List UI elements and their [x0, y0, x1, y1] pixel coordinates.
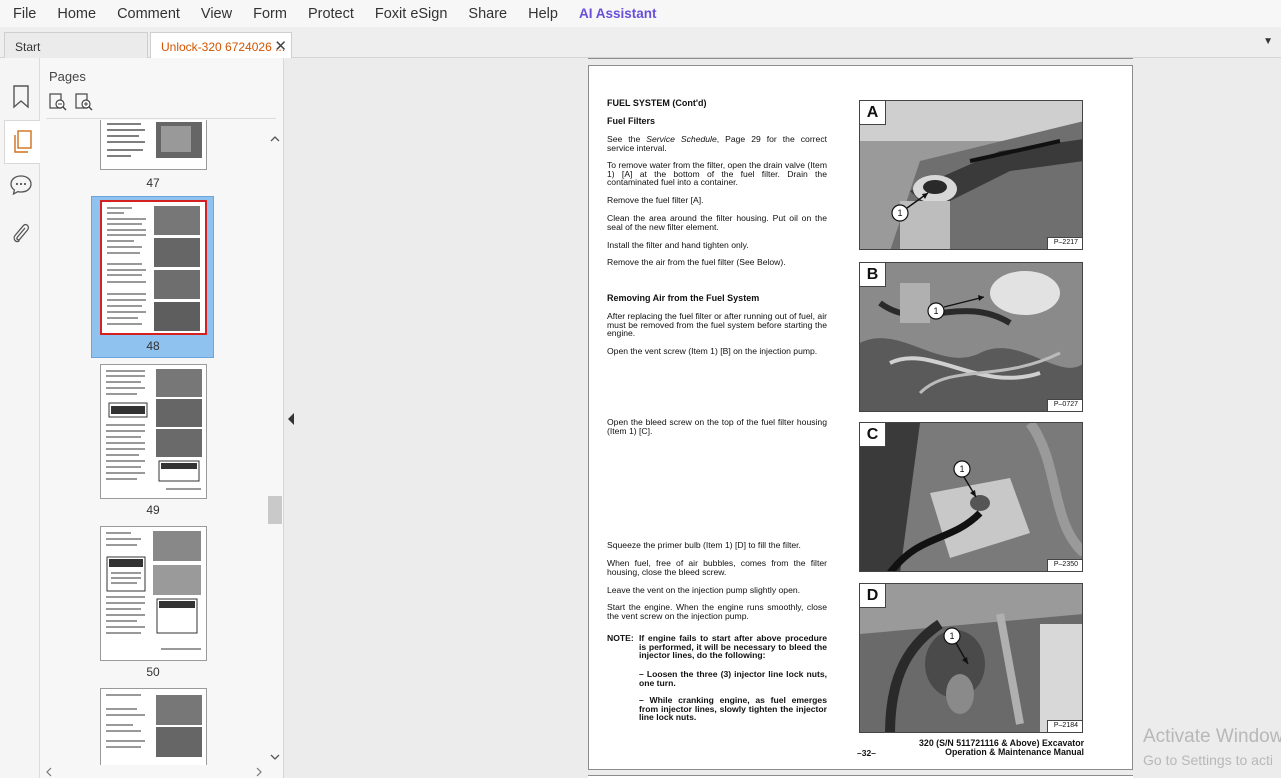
para-install-filter: Install the filter and hand tighten only… [607, 240, 749, 250]
scroll-down-icon[interactable] [270, 752, 280, 762]
figure-b-callout: 1 [933, 306, 938, 316]
pages-panel-title: Pages [49, 69, 86, 84]
para-remove-filter: Remove the fuel filter [A]. [607, 195, 704, 205]
para-squeeze-primer: Squeeze the primer bulb (Item 1) [D] to … [607, 540, 801, 550]
menu-view[interactable]: View [201, 6, 232, 22]
para-after-replacing: After replacing the fuel filter or after… [607, 311, 827, 339]
note-label: NOTE: [607, 633, 634, 643]
tab-document-label: Unlock-320 6724026 ... [161, 40, 286, 54]
para-when-fuel: When fuel, free of air bubbles, comes fr… [607, 558, 827, 577]
figure-a-letter: A [860, 101, 886, 125]
menu-share[interactable]: Share [468, 6, 507, 22]
activation-watermark-line-1: Activate Window [1143, 726, 1281, 747]
scrollbar-thumb[interactable] [268, 496, 282, 524]
figure-d-code: P–2184 [1046, 720, 1082, 732]
thumbnail-list: 47 48 49 50 [40, 120, 268, 765]
section-title: FUEL SYSTEM (Cont'd) [607, 98, 707, 108]
menu-help[interactable]: Help [528, 6, 558, 22]
thumbnail-horizontal-scrollbar[interactable] [40, 765, 268, 778]
para-remove-air: Remove the air from the fuel filter (See… [607, 257, 786, 267]
menu-comment[interactable]: Comment [117, 6, 180, 22]
attachment-icon[interactable] [8, 218, 34, 248]
figure-d: 1 D P–2184 [859, 583, 1083, 733]
tab-list-dropdown-icon[interactable]: ▼ [1263, 36, 1273, 47]
para-open-vent: Open the vent screw (Item 1) [B] on the … [607, 346, 818, 356]
pdf-page-48: FUEL SYSTEM (Cont'd) Fuel Filters See th… [588, 65, 1133, 770]
comment-icon[interactable] [8, 170, 34, 200]
thumbnail-label: 48 [146, 339, 160, 353]
menu-foxit-esign[interactable]: Foxit eSign [375, 6, 448, 22]
scroll-right-icon[interactable] [254, 767, 264, 777]
note-text: If engine fails to start after above pro… [639, 633, 827, 661]
zoom-in-thumbnails-icon[interactable] [75, 93, 93, 116]
thumbnail-vertical-scrollbar[interactable] [268, 134, 282, 764]
figure-c-letter: C [860, 423, 886, 447]
figure-a: 1 A P–2217 [859, 100, 1083, 250]
thumbnail-page-48[interactable] [100, 200, 207, 335]
menu-ai-assistant[interactable]: AI Assistant [579, 6, 657, 21]
figure-a-callout: 1 [897, 208, 902, 218]
menu-form[interactable]: Form [253, 6, 287, 22]
tab-start[interactable]: Start [4, 32, 148, 58]
menu-home[interactable]: Home [57, 6, 96, 22]
activation-watermark-line-2: Go to Settings to acti [1143, 752, 1273, 768]
para-service-schedule: See the Service Schedule, Page 29 for th… [607, 135, 827, 152]
figure-b: 1 B P–0727 [859, 262, 1083, 412]
scroll-left-icon[interactable] [44, 767, 54, 777]
zoom-out-thumbnails-icon[interactable] [49, 93, 67, 116]
thumbnail-page-51[interactable] [100, 688, 207, 765]
menu-bar: File Home Comment View Form Protect Foxi… [0, 0, 1281, 27]
figure-a-code: P–2217 [1046, 237, 1082, 249]
figure-b-code: P–0727 [1046, 399, 1082, 411]
tab-start-label: Start [15, 40, 41, 54]
figure-b-letter: B [860, 263, 886, 287]
thumbnail-label: 47 [146, 176, 160, 190]
menu-file[interactable]: File [13, 6, 36, 22]
figure-c-code: P–2350 [1046, 559, 1082, 571]
thumbnail-page-50[interactable] [100, 526, 207, 661]
note-bullet-2: – While cranking engine, as fuel emerges… [639, 695, 827, 723]
tab-bar: Start Unlock-320 6724026 ... ✕ ▼ [0, 27, 1281, 59]
scroll-up-icon[interactable] [270, 134, 280, 144]
previous-page-edge [588, 58, 1133, 59]
figure-c: 1 C P–2350 [859, 422, 1083, 572]
para-leave-vent: Leave the vent on the injection pump sli… [607, 585, 801, 595]
bookmark-icon[interactable] [8, 82, 34, 112]
subsection-removing-air: Removing Air from the Fuel System [607, 293, 760, 303]
para-open-bleed: Open the bleed screw on the top of the f… [607, 417, 827, 436]
subsection-fuel-filters: Fuel Filters [607, 116, 656, 126]
figure-c-callout: 1 [959, 464, 964, 474]
para-clean-area: Clean the area around the filter housing… [607, 213, 827, 232]
sidebar-rail [0, 58, 40, 778]
figure-d-callout: 1 [949, 631, 954, 641]
tab-document[interactable]: Unlock-320 6724026 ... ✕ [150, 32, 292, 59]
document-viewport[interactable]: FUEL SYSTEM (Cont'd) Fuel Filters See th… [285, 58, 1281, 778]
note-bullet-1: – Loosen the three (3) injector line loc… [639, 669, 827, 688]
para-start-engine: Start the engine. When the engine runs s… [607, 602, 827, 621]
thumbnail-page-49[interactable] [100, 364, 207, 499]
pages-panel: Pages 47 48 49 50 [40, 58, 284, 778]
pages-icon[interactable] [4, 120, 40, 164]
close-icon[interactable]: ✕ [274, 37, 287, 55]
pages-toolbar [49, 93, 93, 116]
thumbnail-label: 49 [146, 503, 160, 517]
thumbnail-label: 50 [146, 665, 160, 679]
collapse-panel-icon[interactable] [286, 411, 296, 427]
figure-d-letter: D [860, 584, 886, 608]
menu-protect[interactable]: Protect [308, 6, 354, 22]
para-remove-water: To remove water from the filter, open th… [607, 160, 827, 188]
panel-separator [46, 118, 276, 119]
footer-line-2: Operation & Maintenance Manual [945, 747, 1084, 757]
thumbnail-page-47[interactable] [100, 120, 207, 170]
